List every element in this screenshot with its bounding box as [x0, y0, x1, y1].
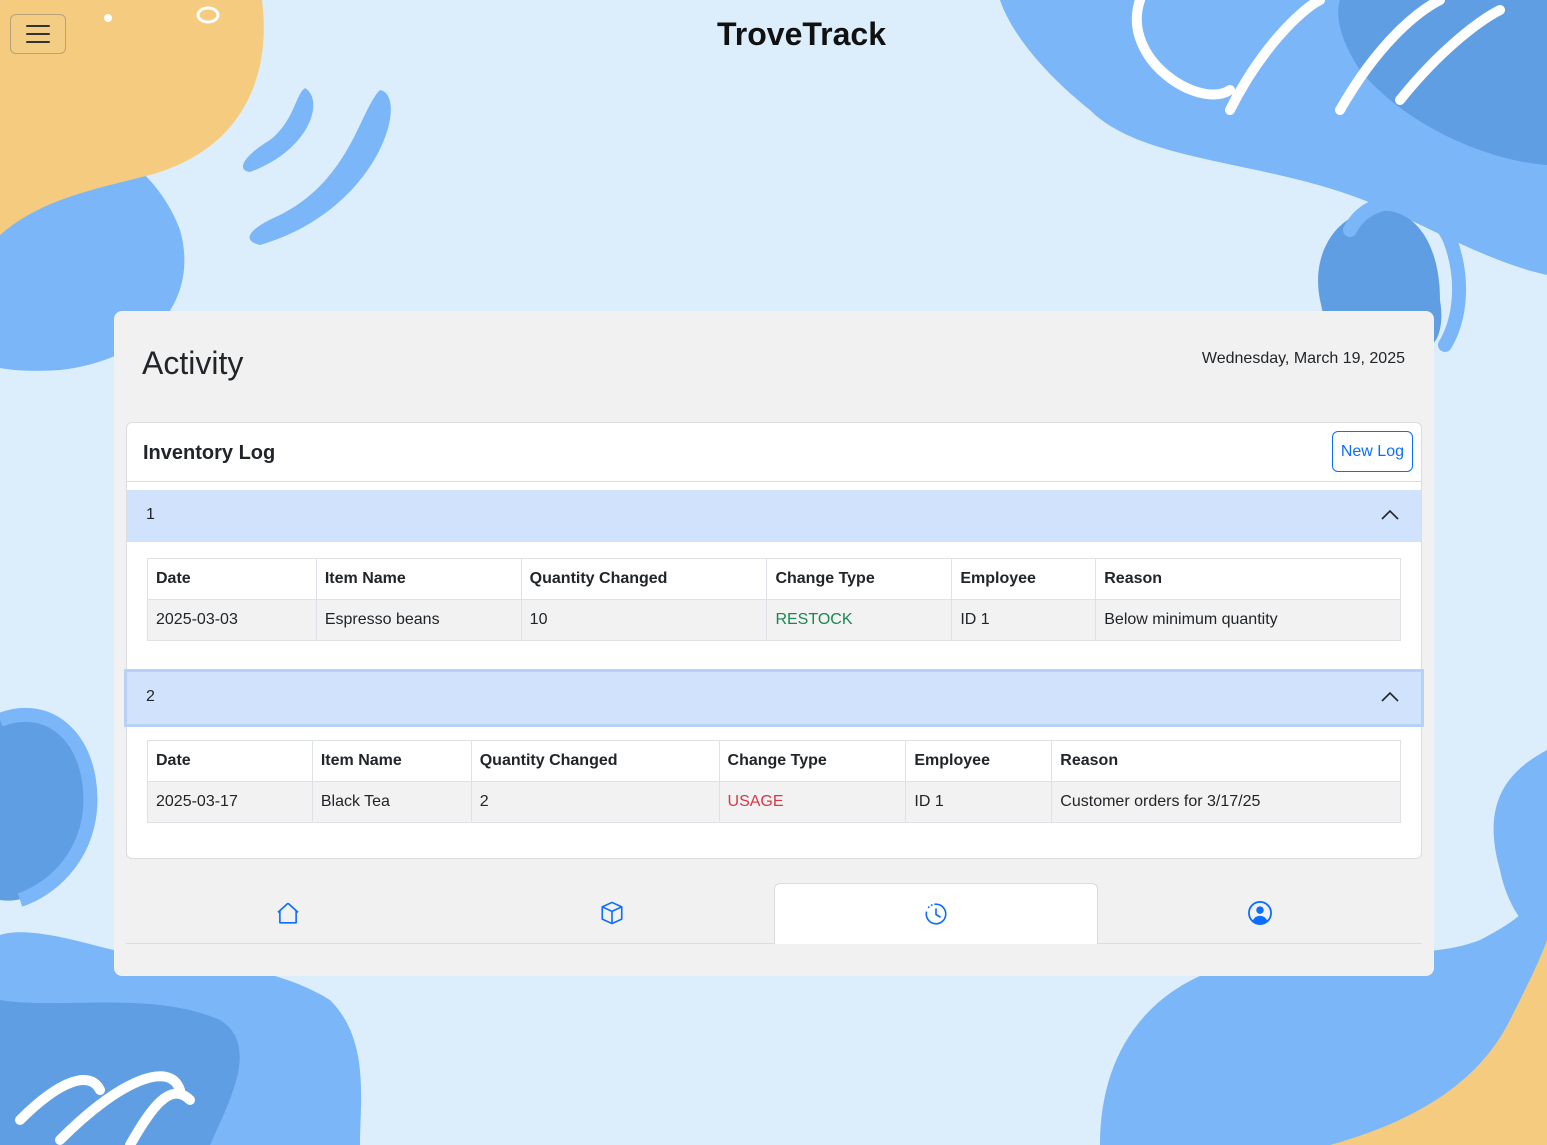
- box-icon: [601, 901, 623, 925]
- log-table: Date Item Name Quantity Changed Change T…: [147, 558, 1401, 641]
- column-header-change-type: Change Type: [718, 740, 907, 782]
- column-header-reason: Reason: [1051, 740, 1401, 782]
- log-entry-number: 2: [146, 688, 155, 705]
- column-header-change-type: Change Type: [766, 558, 953, 600]
- chevron-up-icon: [1381, 509, 1399, 520]
- column-header-quantity-changed: Quantity Changed: [520, 558, 768, 600]
- table-row: 2025-03-03 Espresso beans 10 RESTOCK ID …: [147, 599, 1401, 641]
- cell-employee: ID 1: [951, 599, 1097, 641]
- tab-home[interactable]: [126, 883, 450, 943]
- column-header-employee: Employee: [951, 558, 1097, 600]
- cell-item-name: Espresso beans: [315, 599, 522, 641]
- column-header-reason: Reason: [1095, 558, 1401, 600]
- cell-quantity: 2: [470, 781, 720, 823]
- activity-card: Activity Wednesday, March 19, 2025 Inven…: [114, 311, 1434, 976]
- bottom-nav-tabs: [126, 883, 1422, 944]
- log-table: Date Item Name Quantity Changed Change T…: [147, 740, 1401, 823]
- home-icon: [277, 902, 299, 924]
- cell-date: 2025-03-03: [147, 599, 317, 641]
- log-entry-body: Date Item Name Quantity Changed Change T…: [127, 724, 1421, 839]
- page-title: Activity: [142, 345, 244, 381]
- tab-inventory[interactable]: [450, 883, 774, 943]
- column-header-date: Date: [147, 558, 317, 600]
- column-header-item-name: Item Name: [311, 740, 472, 782]
- person-circle-icon: [1248, 901, 1272, 925]
- log-entry: 1 Date Item Name Quantity Changed Change…: [127, 490, 1421, 657]
- tab-activity[interactable]: [774, 883, 1098, 944]
- cell-change-type: USAGE: [718, 781, 907, 823]
- inventory-log-header: Inventory Log New Log: [127, 423, 1421, 482]
- new-log-button[interactable]: New Log: [1331, 431, 1413, 472]
- current-date: Wednesday, March 19, 2025: [1201, 350, 1405, 367]
- inventory-log-panel: Inventory Log New Log 1 Date Item Name Q…: [124, 422, 1424, 859]
- column-header-quantity-changed: Quantity Changed: [470, 740, 720, 782]
- table-header-row: Date Item Name Quantity Changed Change T…: [147, 558, 1401, 600]
- column-header-item-name: Item Name: [315, 558, 522, 600]
- cell-item-name: Black Tea: [311, 781, 472, 823]
- tab-profile[interactable]: [1098, 883, 1422, 943]
- table-header-row: Date Item Name Quantity Changed Change T…: [147, 740, 1401, 782]
- cell-employee: ID 1: [905, 781, 1053, 823]
- cell-quantity: 10: [520, 599, 768, 641]
- log-entry-body: Date Item Name Quantity Changed Change T…: [127, 542, 1421, 657]
- column-header-date: Date: [147, 740, 313, 782]
- log-entry-toggle[interactable]: 2: [124, 669, 1424, 727]
- cell-reason: Customer orders for 3/17/25: [1051, 781, 1401, 823]
- column-header-employee: Employee: [905, 740, 1053, 782]
- cell-reason: Below minimum quantity: [1095, 599, 1401, 641]
- cell-date: 2025-03-17: [147, 781, 313, 823]
- inventory-log-title: Inventory Log: [143, 442, 276, 464]
- log-entry-toggle[interactable]: 1: [127, 490, 1421, 542]
- app-title: TroveTrack: [717, 16, 886, 52]
- chevron-up-icon: [1381, 691, 1399, 702]
- table-row: 2025-03-17 Black Tea 2 USAGE ID 1 Custom…: [147, 781, 1401, 823]
- cell-change-type: RESTOCK: [766, 599, 953, 641]
- clock-history-icon: [925, 903, 947, 925]
- log-entry: 2 Date Item Name Quantity Changed Change…: [124, 669, 1424, 839]
- log-entry-number: 1: [146, 506, 155, 523]
